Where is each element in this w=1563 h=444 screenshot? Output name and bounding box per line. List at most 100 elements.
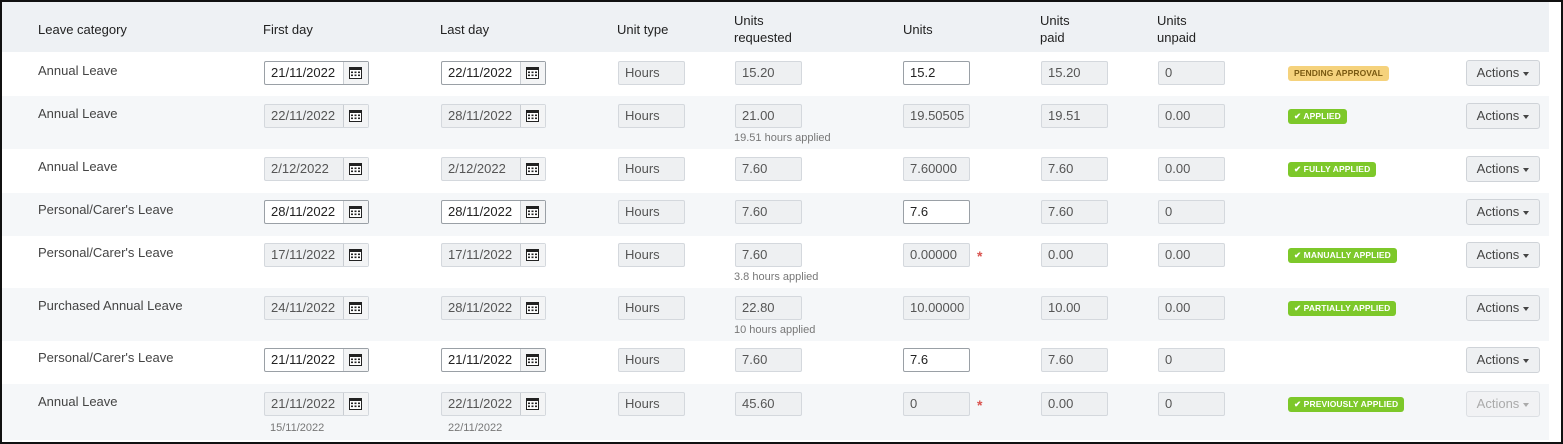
calendar-icon xyxy=(349,249,362,261)
calendar-icon xyxy=(349,302,362,314)
status-badge: ✔ APPLIED xyxy=(1288,109,1347,124)
first-day-calendar-button[interactable] xyxy=(343,349,368,371)
units-unpaid-field: 0.00 xyxy=(1158,296,1225,320)
units-input[interactable]: 10.00000 xyxy=(903,296,970,320)
last-day-input[interactable]: 28/11/2022 xyxy=(441,296,546,320)
caret-down-icon xyxy=(1523,402,1530,407)
unit-type-field: Hours xyxy=(618,61,685,85)
units-unpaid-field: 0.00 xyxy=(1158,157,1225,181)
first-day-input[interactable]: 24/11/2022 xyxy=(264,296,369,320)
units-requested-field: 7.60 xyxy=(735,200,802,224)
units-input[interactable]: 15.2 xyxy=(903,61,970,85)
first-day-note: 15/11/2022 xyxy=(270,422,325,434)
status-badge: ✔ PARTIALLY APPLIED xyxy=(1288,301,1397,316)
first-day-input[interactable]: 21/11/2022 xyxy=(264,392,369,416)
leave-category: Personal/Carer's Leave xyxy=(38,202,174,217)
caret-down-icon xyxy=(1523,167,1530,172)
calendar-icon xyxy=(526,249,539,261)
caret-down-icon xyxy=(1523,114,1530,119)
calendar-icon xyxy=(526,302,539,314)
header-leave-category: Leave category xyxy=(38,22,127,37)
first-day-calendar-button[interactable] xyxy=(343,297,368,319)
actions-dropdown-button[interactable]: Actions xyxy=(1466,103,1540,129)
header-last-day: Last day xyxy=(440,22,490,37)
last-day-input[interactable]: 22/11/2022 xyxy=(441,61,546,85)
units-input[interactable]: 0.00000 xyxy=(903,243,970,267)
actions-dropdown-button[interactable]: Actions xyxy=(1466,242,1540,268)
units-unpaid-field: 0 xyxy=(1158,200,1225,224)
first-day-calendar-button[interactable] xyxy=(343,158,368,180)
last-day-calendar-button[interactable] xyxy=(520,297,545,319)
last-day-note: 22/11/2022 xyxy=(448,422,503,434)
first-day-calendar-button[interactable] xyxy=(343,62,368,84)
calendar-icon xyxy=(526,206,539,218)
units-input[interactable]: 0 xyxy=(903,392,970,416)
last-day-calendar-button[interactable] xyxy=(520,244,545,266)
unit-type-field: Hours xyxy=(618,243,685,267)
units-input[interactable]: 7.60000 xyxy=(903,157,970,181)
last-day-calendar-button[interactable] xyxy=(520,349,545,371)
last-day-input[interactable]: 17/11/2022 xyxy=(441,243,546,267)
first-day-input[interactable]: 21/11/2022 xyxy=(264,348,369,372)
last-day-calendar-button[interactable] xyxy=(520,105,545,127)
units-input[interactable]: 7.6 xyxy=(903,200,970,224)
units-paid-field: 7.60 xyxy=(1041,157,1108,181)
first-day-calendar-button[interactable] xyxy=(343,201,368,223)
units-paid-field: 15.20 xyxy=(1041,61,1108,85)
first-day-calendar-button[interactable] xyxy=(343,105,368,127)
first-day-input[interactable]: 2/12/2022 xyxy=(264,157,369,181)
first-day-input[interactable]: 21/11/2022 xyxy=(264,61,369,85)
first-day-input[interactable]: 28/11/2022 xyxy=(264,200,369,224)
last-day-input[interactable]: 28/11/2022 xyxy=(441,200,546,224)
first-day-calendar-button[interactable] xyxy=(343,393,368,415)
unit-type-field: Hours xyxy=(618,157,685,181)
first-day-calendar-button[interactable] xyxy=(343,244,368,266)
table-row: Annual Leave 21/11/2022 22/11/2022 Hours 15.… xyxy=(2,52,1549,96)
units-paid-field: 19.51 xyxy=(1041,104,1108,128)
units-input[interactable]: 7.6 xyxy=(903,348,970,372)
last-day-calendar-button[interactable] xyxy=(520,201,545,223)
table-header: Leave category First day Last day Unit t… xyxy=(2,2,1549,52)
units-unpaid-field: 0 xyxy=(1158,392,1225,416)
actions-dropdown-button[interactable]: Actions xyxy=(1466,60,1540,86)
table-row: Personal/Carer's Leave 21/11/2022 21/11/20… xyxy=(2,341,1549,384)
unit-type-field: Hours xyxy=(618,392,685,416)
calendar-icon xyxy=(349,206,362,218)
leave-table: Leave category First day Last day Unit t… xyxy=(0,0,1563,444)
calendar-icon xyxy=(526,354,539,366)
last-day-input[interactable]: 22/11/2022 xyxy=(441,392,546,416)
table-row: Annual Leave 2/12/2022 2/12/2022 Hours 7.60 7… xyxy=(2,149,1549,193)
leave-category: Personal/Carer's Leave xyxy=(38,245,174,260)
units-paid-field: 0.00 xyxy=(1041,243,1108,267)
units-paid-field: 10.00 xyxy=(1041,296,1108,320)
header-unit-type: Unit type xyxy=(617,22,669,37)
header-units-paid: Units paid xyxy=(1040,13,1070,45)
caret-down-icon xyxy=(1523,210,1530,215)
leave-category: Annual Leave xyxy=(38,63,118,78)
status-badge: ✔ FULLY APPLIED xyxy=(1288,162,1377,177)
header-units: Units xyxy=(903,22,933,37)
first-day-input[interactable]: 22/11/2022 xyxy=(264,104,369,128)
leave-category: Annual Leave xyxy=(38,106,118,121)
last-day-calendar-button[interactable] xyxy=(520,393,545,415)
units-unpaid-field: 0 xyxy=(1158,61,1225,85)
table-row: Annual Leave 21/11/2022 22/11/2022 15/11/20… xyxy=(2,384,1549,440)
units-applied-note: 3.8 hours applied xyxy=(734,271,819,283)
actions-dropdown-button[interactable]: Actions xyxy=(1466,156,1540,182)
units-input[interactable]: 19.50505 xyxy=(903,104,970,128)
first-day-input[interactable]: 17/11/2022 xyxy=(264,243,369,267)
actions-dropdown-button[interactable]: Actions xyxy=(1466,391,1540,417)
last-day-calendar-button[interactable] xyxy=(520,158,545,180)
last-day-input[interactable]: 28/11/2022 xyxy=(441,104,546,128)
units-unpaid-field: 0.00 xyxy=(1158,243,1225,267)
leave-category: Personal/Carer's Leave xyxy=(38,350,174,365)
units-requested-field: 15.20 xyxy=(735,61,802,85)
actions-dropdown-button[interactable]: Actions xyxy=(1466,295,1540,321)
units-requested-field: 45.60 xyxy=(735,392,802,416)
calendar-icon xyxy=(526,163,539,175)
actions-dropdown-button[interactable]: Actions xyxy=(1466,199,1540,225)
last-day-input[interactable]: 2/12/2022 xyxy=(441,157,546,181)
actions-dropdown-button[interactable]: Actions xyxy=(1466,347,1540,373)
last-day-calendar-button[interactable] xyxy=(520,62,545,84)
last-day-input[interactable]: 21/11/2022 xyxy=(441,348,546,372)
